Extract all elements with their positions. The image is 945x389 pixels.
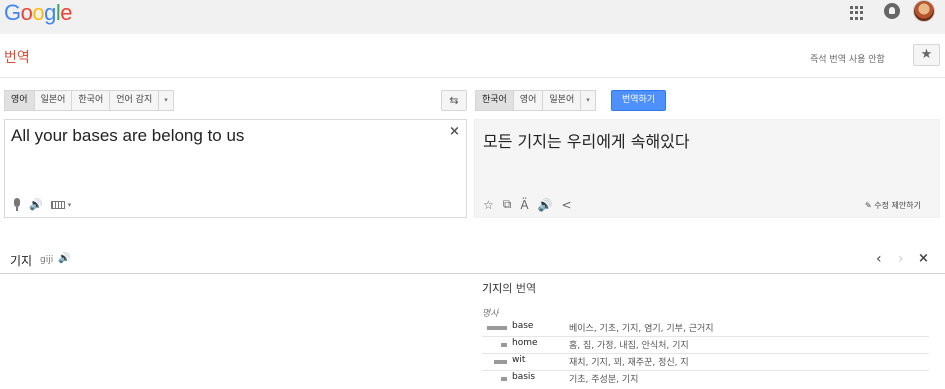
frequency-bar [494, 360, 507, 364]
translation-term[interactable]: base [512, 321, 533, 331]
clear-source-button[interactable]: × [449, 124, 460, 139]
page-title: 번역 [4, 50, 30, 66]
translation-synonyms: 재치, 기지, 꾀, 재주꾼, 정신, 지 [569, 358, 689, 368]
chevron-down-icon[interactable]: ▾ [68, 201, 72, 209]
target-lang-dropdown[interactable]: ▾ [580, 90, 596, 111]
speaker-icon[interactable]: 🔊 [538, 198, 553, 212]
result-tools: ☆ ⧉ Ä 🔊 < [483, 197, 572, 212]
star-icon: ★ [920, 47, 933, 62]
source-language-bar: 영어 일본어 한국어 언어 감지 ▾ [4, 90, 174, 111]
avatar[interactable] [913, 0, 935, 22]
source-lang-english[interactable]: 영어 [4, 90, 34, 111]
logo-letter: G [4, 0, 21, 25]
google-logo[interactable]: Google [4, 0, 73, 26]
logo-letter: g [44, 0, 56, 25]
translation-synonyms: 베이스, 기초, 기지, 염기, 기부, 근거지 [569, 324, 714, 334]
source-lang-japanese[interactable]: 일본어 [33, 90, 72, 111]
swap-languages-button[interactable]: ⇆ [441, 90, 467, 111]
list-item[interactable]: basis 기초, 주성분, 기지 [482, 371, 929, 388]
logo-letter: e [60, 0, 73, 25]
translations-list: base 베이스, 기초, 기지, 염기, 기부, 근거지 home 홈, 집,… [482, 320, 929, 388]
suggest-edit-link[interactable]: ✎ 수정 제안하기 [865, 200, 921, 211]
phrasebook-button[interactable]: ★ [913, 44, 940, 66]
logo-letter: o [32, 0, 45, 25]
part-of-speech: 명사 [482, 309, 499, 319]
dictionary-word: 기지 [10, 254, 33, 268]
dictionary-romanization: giji [40, 255, 54, 265]
disable-instant-translation-link[interactable]: 즉석 번역 사용 안함 [810, 52, 885, 65]
translations-heading-word: 기지 [482, 282, 503, 295]
star-outline-icon[interactable]: ☆ [483, 198, 494, 212]
translation-term[interactable]: home [512, 338, 538, 348]
target-lang-japanese[interactable]: 일본어 [542, 90, 581, 111]
target-lang-english[interactable]: 영어 [512, 90, 543, 111]
romanization-icon[interactable]: Ä [520, 198, 528, 212]
target-lang-korean[interactable]: 한국어 [475, 90, 513, 111]
frequency-bar [487, 326, 507, 330]
share-icon[interactable]: < [562, 198, 572, 212]
source-lang-korean[interactable]: 한국어 [71, 90, 110, 111]
list-item[interactable]: wit 재치, 기지, 꾀, 재주꾼, 정신, 지 [482, 354, 929, 371]
chevron-left-icon[interactable]: ‹ [876, 251, 882, 267]
list-item[interactable]: home 홈, 집, 가정, 내집, 안식처, 기지 [482, 337, 929, 354]
logo-letter: o [20, 0, 33, 25]
title-row: 번역 즉석 번역 사용 안함 ★ [0, 34, 945, 78]
frequency-bar [501, 377, 507, 381]
source-text[interactable]: All your bases are belong to us [11, 126, 244, 146]
chevron-down-icon: ▾ [586, 96, 590, 104]
top-bar: Google [0, 0, 945, 34]
translations-heading: 기지의 번역 [482, 280, 536, 296]
frequency-bar [501, 343, 507, 347]
translation-result-area: 모든 기지는 우리에게 속해있다 ☆ ⧉ Ä 🔊 < ✎ 수정 제안하기 [474, 119, 940, 218]
chevron-down-icon: ▾ [164, 96, 168, 104]
translations-heading-suffix: 의 번역 [502, 282, 537, 295]
close-icon[interactable]: × [918, 251, 929, 266]
swap-icon: ⇆ [449, 94, 459, 107]
dictionary-header: 기지 giji 🔊 ‹ › × [0, 250, 945, 274]
translation-synonyms: 기초, 주성분, 기지 [569, 375, 639, 385]
keyboard-icon[interactable] [50, 200, 65, 209]
microphone-icon[interactable] [13, 198, 21, 211]
translation-term[interactable]: wit [512, 355, 525, 365]
translated-text: 모든 기지는 우리에게 속해있다 [483, 132, 690, 151]
speaker-icon[interactable]: 🔊 [58, 253, 70, 264]
target-language-bar: 한국어 영어 일본어 ▾ [475, 90, 596, 111]
source-text-area[interactable]: All your bases are belong to us × 🔊 ▾ [4, 119, 467, 218]
translation-term[interactable]: basis [512, 372, 535, 382]
chevron-right-icon[interactable]: › [898, 251, 904, 267]
apps-grid-icon[interactable] [850, 6, 864, 20]
speaker-icon[interactable]: 🔊 [29, 198, 43, 211]
source-lang-dropdown[interactable]: ▾ [158, 90, 174, 111]
translation-synonyms: 홈, 집, 가정, 내집, 안식처, 기지 [569, 341, 689, 351]
source-tools: 🔊 ▾ [13, 198, 71, 211]
list-item[interactable]: base 베이스, 기초, 기지, 염기, 기부, 근거지 [482, 320, 929, 337]
notifications-icon[interactable] [884, 3, 900, 19]
source-lang-detect[interactable]: 언어 감지 [109, 90, 159, 111]
copy-icon[interactable]: ⧉ [503, 197, 512, 212]
translate-button[interactable]: 번역하기 [611, 90, 666, 111]
